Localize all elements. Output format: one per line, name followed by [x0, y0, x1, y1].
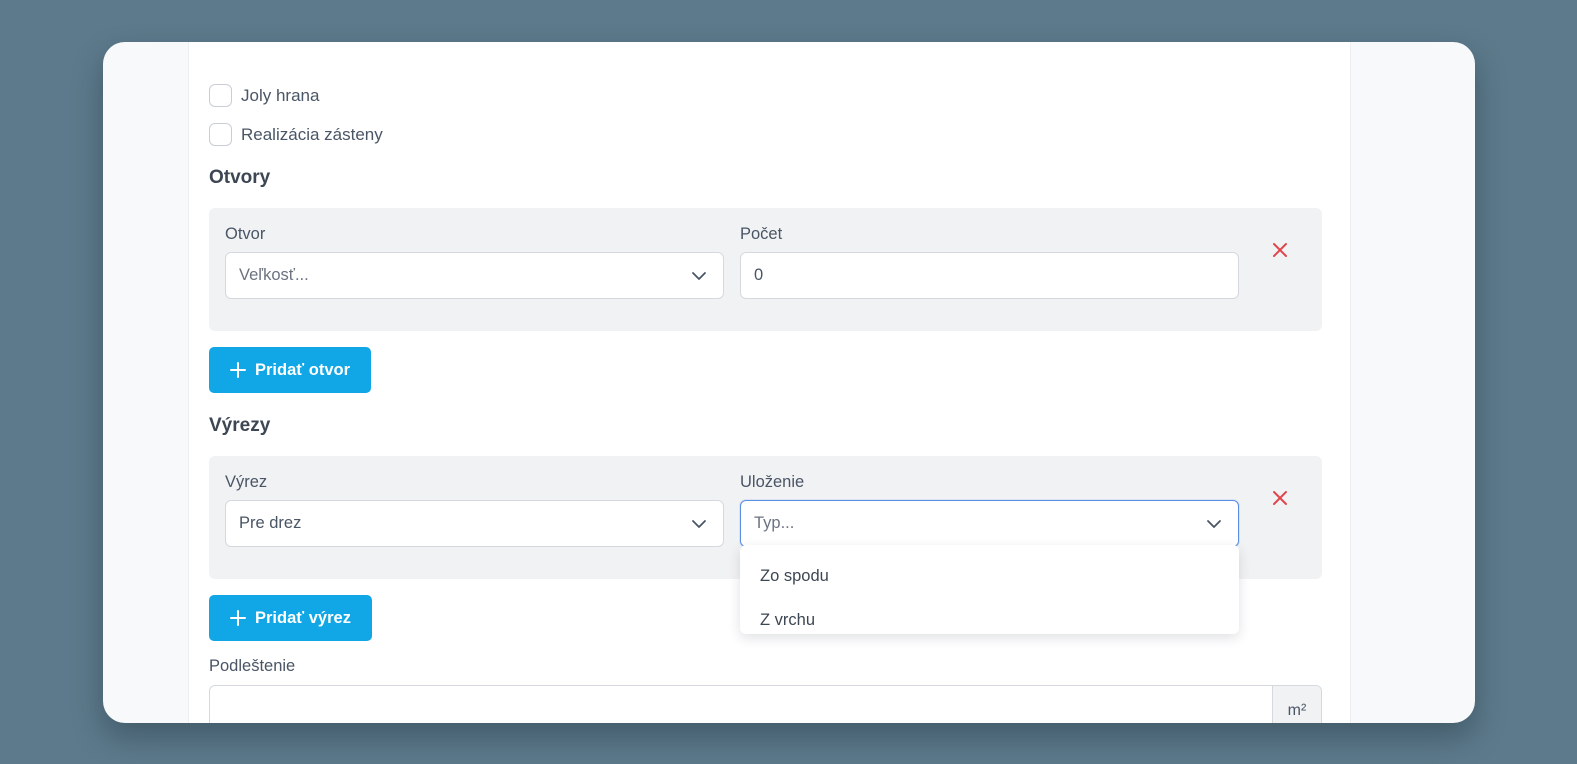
pocet-value: 0	[754, 266, 764, 284]
plus-icon	[230, 362, 246, 378]
otvor-select-placeholder: Veľkosť...	[239, 266, 309, 284]
add-otvor-button[interactable]: Pridať otvor	[209, 347, 372, 393]
otvory-section-title: Otvory	[209, 167, 271, 188]
pocet-label: Počet	[740, 225, 783, 243]
remove-otvor-icon[interactable]	[1270, 240, 1290, 260]
remove-vyrez-icon[interactable]	[1270, 488, 1290, 508]
realizacia-zasteny-option[interactable]: Realizácia zásteny	[209, 123, 383, 146]
podlestenie-label: Podleštenie	[209, 657, 296, 675]
add-vyrez-button[interactable]: Pridať výrez	[209, 595, 372, 641]
chevron-down-icon	[692, 520, 706, 528]
vyrez-label: Výrez	[225, 473, 268, 491]
ulozenie-option-z-vrchu[interactable]: Z vrchu	[740, 598, 1239, 642]
plus-icon	[230, 610, 246, 626]
ulozenie-dropdown-menu: Zo spodu Z vrchu	[740, 545, 1239, 634]
app-window: Joly hrana Realizácia zásteny Otvory Otv…	[103, 42, 1475, 723]
realizacia-zasteny-label: Realizácia zásteny	[241, 124, 383, 144]
podlestenie-unit: m²	[1272, 686, 1321, 723]
vyrez-select-value: Pre drez	[239, 514, 302, 532]
otvor-label: Otvor	[225, 225, 266, 243]
chevron-down-icon	[1207, 520, 1221, 528]
joly-hrana-label: Joly hrana	[241, 85, 320, 105]
ulozenie-label: Uloženie	[740, 473, 805, 491]
otvor-select[interactable]: Veľkosť...	[225, 252, 724, 299]
joly-hrana-checkbox[interactable]	[209, 84, 232, 107]
form-panel: Joly hrana Realizácia zásteny Otvory Otv…	[188, 42, 1351, 723]
vyrezy-section-title: Výrezy	[209, 415, 271, 436]
ulozenie-option-zo-spodu[interactable]: Zo spodu	[740, 554, 1239, 598]
joly-hrana-option[interactable]: Joly hrana	[209, 84, 319, 107]
ulozenie-select-placeholder: Typ...	[754, 514, 795, 532]
realizacia-zasteny-checkbox[interactable]	[209, 123, 232, 146]
ulozenie-select[interactable]: Typ...	[740, 500, 1239, 547]
add-otvor-label: Pridať otvor	[255, 360, 351, 379]
chevron-down-icon	[692, 272, 706, 280]
pocet-input[interactable]: 0	[740, 252, 1239, 299]
add-vyrez-label: Pridať výrez	[255, 608, 351, 627]
otvor-row: Otvor Veľkosť... Počet 0	[209, 208, 1322, 331]
vyrez-select[interactable]: Pre drez	[225, 500, 724, 547]
podlestenie-input-group: m²	[209, 685, 1322, 723]
